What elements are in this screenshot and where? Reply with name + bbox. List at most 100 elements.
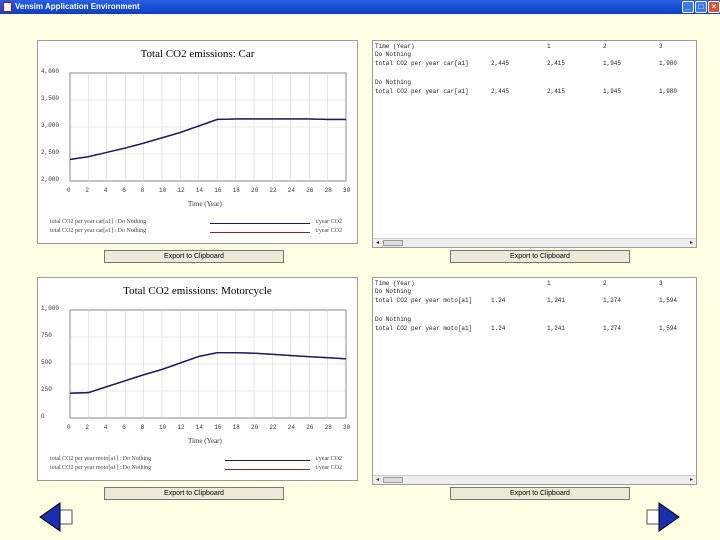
y-tick: 250 [41, 386, 52, 393]
table-header-col: 3 [659, 43, 663, 50]
y-tick: 500 [41, 359, 52, 366]
x-tick: 22 [269, 424, 277, 431]
x-tick: 26 [306, 424, 314, 431]
x-tick: 10 [159, 424, 167, 431]
table-cell: 1,594 [659, 325, 678, 332]
y-tick: 1,000 [41, 305, 60, 312]
table-header-label: Time (Year) [375, 43, 415, 50]
table-row-label: total CO2 per year moto[a1] [375, 325, 473, 332]
table-panel-car: Time (Year) 1 2 3 Do Nothing total CO2 p… [372, 40, 697, 248]
x-tick: 8 [140, 187, 145, 194]
table-cell: 1.24 [491, 297, 506, 304]
x-tick: 2 [85, 424, 89, 431]
table-cell: 1,980 [659, 60, 678, 67]
x-tick: 30 [343, 187, 351, 194]
x-tick: 24 [287, 187, 295, 194]
table-cell: 1,945 [603, 88, 622, 95]
x-tick: 4 [103, 424, 108, 431]
table-cell: 1,274 [603, 297, 622, 304]
x-tick: 4 [103, 187, 108, 194]
line-chart-motorcycle [69, 309, 347, 419]
legend-series: total CO2 per year moto[a1] : Do Nothing [50, 465, 152, 471]
table-cell: 2,445 [491, 88, 510, 95]
minimize-button[interactable]: _ [682, 1, 694, 13]
legend-swatch [225, 469, 310, 470]
x-tick: 20 [251, 187, 259, 194]
window-title: Vensim Application Environment [15, 2, 140, 11]
x-tick: 6 [122, 424, 126, 431]
table-header-col: 3 [659, 280, 663, 287]
table-panel-motorcycle: Time (Year) 1 2 3 Do Nothing total CO2 p… [372, 277, 697, 485]
x-tick: 12 [177, 187, 185, 194]
x-tick: 18 [232, 187, 240, 194]
y-tick: 2,500 [41, 149, 60, 156]
export-to-clipboard-button[interactable]: Export to Clipboard [104, 250, 284, 263]
table-cell: 1.24 [491, 325, 506, 332]
export-to-clipboard-button[interactable]: Export to Clipboard [450, 487, 630, 500]
x-tick: 24 [287, 424, 295, 431]
legend-unit: t/year CO2 [315, 465, 343, 471]
y-tick: 0 [41, 413, 45, 420]
scroll-thumb[interactable] [383, 240, 403, 246]
x-tick: 22 [269, 187, 277, 194]
table-cell: 1,594 [659, 297, 678, 304]
table-row-label: Do Nothing [375, 316, 412, 323]
legend-series: total CO2 per year car[a1] : Do Nothing [50, 219, 147, 225]
x-tick: 28 [324, 187, 332, 194]
scroll-left-icon[interactable]: ◂ [373, 476, 382, 484]
table-header-col: 2 [603, 280, 607, 287]
x-axis-label: Time (Year) [188, 437, 222, 445]
table-header-col: 2 [603, 43, 607, 50]
table-row-label: total CO2 per year car[a1] [375, 88, 469, 95]
y-tick: 3,500 [41, 95, 60, 102]
y-tick: 3,000 [41, 122, 60, 129]
table-cell: 2,415 [547, 88, 566, 95]
line-chart-car [69, 72, 347, 182]
scroll-right-icon[interactable]: ▸ [687, 239, 696, 247]
forward-arrow-icon[interactable] [645, 500, 681, 534]
back-arrow-icon[interactable] [38, 500, 74, 534]
chart-panel-motorcycle: Total CO2 emissions: Motorcycle 1,000 75… [37, 277, 358, 481]
x-tick: 16 [214, 187, 222, 194]
y-tick: 2,000 [41, 176, 60, 183]
x-tick: 2 [85, 187, 89, 194]
x-axis-label: Time (Year) [188, 200, 222, 208]
legend-row: total CO2 per year car[a1] : Do Nothing … [50, 228, 350, 236]
legend-swatch [210, 232, 310, 233]
legend-swatch [225, 460, 310, 461]
scroll-left-icon[interactable]: ◂ [373, 239, 382, 247]
y-tick: 750 [41, 332, 52, 339]
horizontal-scrollbar[interactable]: ◂ ▸ [373, 238, 696, 247]
table-cell: 1,274 [603, 325, 622, 332]
legend-series: total CO2 per year moto[a1] : Do Nothing [50, 456, 152, 462]
scroll-thumb[interactable] [383, 477, 403, 483]
x-tick: 10 [159, 187, 167, 194]
horizontal-scrollbar[interactable]: ◂ ▸ [373, 475, 696, 484]
legend-series: total CO2 per year car[a1] : Do Nothing [50, 228, 147, 234]
x-tick: 14 [195, 424, 203, 431]
legend-unit: t/year CO2 [315, 219, 343, 225]
x-tick: 20 [251, 424, 259, 431]
close-button[interactable]: × [708, 1, 720, 13]
export-to-clipboard-button[interactable]: Export to Clipboard [104, 487, 284, 500]
table-cell: 1,980 [659, 88, 678, 95]
legend-row: total CO2 per year moto[a1] : Do Nothing… [50, 456, 350, 464]
scroll-right-icon[interactable]: ▸ [687, 476, 696, 484]
table-row-label: Do Nothing [375, 79, 412, 86]
app-icon [3, 2, 12, 12]
table-row-label: total CO2 per year moto[a1] [375, 297, 473, 304]
table-cell: 1,945 [603, 60, 622, 67]
export-to-clipboard-button[interactable]: Export to Clipboard [450, 250, 630, 263]
x-tick: 8 [140, 424, 145, 431]
chart-panel-car: Total CO2 emissions: Car 4,000 3,500 3,0… [37, 40, 358, 244]
x-tick: 30 [343, 424, 351, 431]
x-tick: 26 [306, 187, 314, 194]
legend-row: total CO2 per year car[a1] : Do Nothing … [50, 219, 350, 227]
table-header-col: 1 [547, 280, 551, 287]
x-tick: 28 [324, 424, 332, 431]
table-row-label: total CO2 per year car[a1] [375, 60, 469, 67]
x-tick: 0 [67, 187, 71, 194]
maximize-button[interactable]: □ [695, 1, 707, 13]
table-header-col: 1 [547, 43, 551, 50]
x-tick: 14 [195, 187, 203, 194]
